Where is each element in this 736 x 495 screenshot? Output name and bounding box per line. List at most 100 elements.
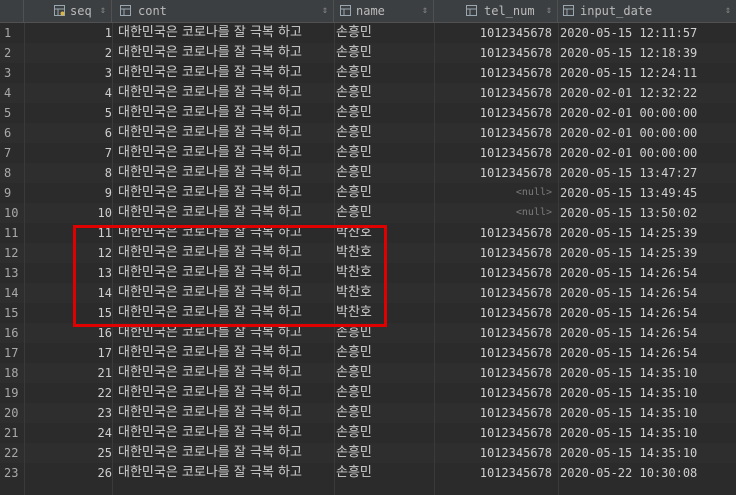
cell-tel-num[interactable]: 1012345678 xyxy=(434,283,552,303)
cell-cont[interactable]: 대한민국은 코로나를 잘 극복 하고 xyxy=(118,83,333,103)
cell-input-date[interactable]: 2020-05-15 14:25:39 xyxy=(560,223,730,243)
cell-input-date[interactable]: 2020-05-15 14:35:10 xyxy=(560,383,730,403)
cell-input-date[interactable]: 2020-02-01 00:00:00 xyxy=(560,103,730,123)
cell-name[interactable]: 박찬호 xyxy=(336,283,436,303)
cell-input-date[interactable]: 2020-05-15 14:26:54 xyxy=(560,343,730,363)
cell-tel-num[interactable]: 1012345678 xyxy=(434,83,552,103)
cell-seq[interactable]: 15 xyxy=(0,303,112,323)
cell-name[interactable]: 손흥민 xyxy=(336,183,436,203)
sort-icon[interactable]: ⇕ xyxy=(422,0,428,22)
cell-tel-num[interactable]: <null> xyxy=(434,183,552,203)
cell-seq[interactable]: 17 xyxy=(0,343,112,363)
table-row[interactable]: 14 14 대한민국은 코로나를 잘 극복 하고 박찬호 1012345678 2020-… xyxy=(0,283,736,303)
cell-tel-num[interactable]: 1012345678 xyxy=(434,143,552,163)
cell-cont[interactable]: 대한민국은 코로나를 잘 극복 하고 xyxy=(118,103,333,123)
cell-seq[interactable]: 2 xyxy=(0,43,112,63)
cell-cont[interactable]: 대한민국은 코로나를 잘 극복 하고 xyxy=(118,463,333,483)
cell-seq[interactable]: 21 xyxy=(0,363,112,383)
cell-name[interactable]: 손흥민 xyxy=(336,103,436,123)
cell-name[interactable]: 손흥민 xyxy=(336,143,436,163)
cell-cont[interactable]: 대한민국은 코로나를 잘 극복 하고 xyxy=(118,23,333,43)
cell-name[interactable]: 손흥민 xyxy=(336,203,436,223)
cell-input-date[interactable]: 2020-05-15 14:35:10 xyxy=(560,363,730,383)
cell-tel-num[interactable]: 1012345678 xyxy=(434,463,552,483)
cell-input-date[interactable]: 2020-05-22 10:30:08 xyxy=(560,463,730,483)
column-header-name[interactable]: name ⇕ xyxy=(334,0,434,22)
cell-tel-num[interactable]: 1012345678 xyxy=(434,423,552,443)
cell-seq[interactable]: 3 xyxy=(0,63,112,83)
cell-name[interactable]: 손흥민 xyxy=(336,423,436,443)
cell-cont[interactable]: 대한민국은 코로나를 잘 극복 하고 xyxy=(118,43,333,63)
cell-name[interactable]: 손흥민 xyxy=(336,43,436,63)
table-row[interactable]: 19 22 대한민국은 코로나를 잘 극복 하고 손흥민 1012345678 2020-… xyxy=(0,383,736,403)
cell-tel-num[interactable]: 1012345678 xyxy=(434,403,552,423)
table-row[interactable]: 2 2 대한민국은 코로나를 잘 극복 하고 손흥민 1012345678 2020-05… xyxy=(0,43,736,63)
cell-tel-num[interactable]: 1012345678 xyxy=(434,443,552,463)
cell-name[interactable]: 박찬호 xyxy=(336,243,436,263)
cell-tel-num[interactable]: 1012345678 xyxy=(434,103,552,123)
cell-seq[interactable]: 23 xyxy=(0,403,112,423)
cell-name[interactable]: 손흥민 xyxy=(336,163,436,183)
cell-name[interactable]: 손흥민 xyxy=(336,383,436,403)
cell-name[interactable]: 손흥민 xyxy=(336,463,436,483)
cell-cont[interactable]: 대한민국은 코로나를 잘 극복 하고 xyxy=(118,183,333,203)
cell-tel-num[interactable]: 1012345678 xyxy=(434,383,552,403)
table-row[interactable]: 7 7 대한민국은 코로나를 잘 극복 하고 손흥민 1012345678 2020-02… xyxy=(0,143,736,163)
cell-tel-num[interactable]: 1012345678 xyxy=(434,323,552,343)
cell-seq[interactable]: 24 xyxy=(0,423,112,443)
table-row[interactable]: 23 26 대한민국은 코로나를 잘 극복 하고 손흥민 1012345678 2020-… xyxy=(0,463,736,483)
table-row[interactable]: 3 3 대한민국은 코로나를 잘 극복 하고 손흥민 1012345678 2020-05… xyxy=(0,63,736,83)
table-row[interactable]: 6 6 대한민국은 코로나를 잘 극복 하고 손흥민 1012345678 2020-02… xyxy=(0,123,736,143)
column-header-input-date[interactable]: input_date ⇕ xyxy=(558,0,736,22)
cell-cont[interactable]: 대한민국은 코로나를 잘 극복 하고 xyxy=(118,303,333,323)
cell-tel-num[interactable]: 1012345678 xyxy=(434,243,552,263)
cell-name[interactable]: 손흥민 xyxy=(336,23,436,43)
cell-seq[interactable]: 14 xyxy=(0,283,112,303)
cell-name[interactable]: 박찬호 xyxy=(336,303,436,323)
table-row[interactable]: 13 13 대한민국은 코로나를 잘 극복 하고 박찬호 1012345678 2020-… xyxy=(0,263,736,283)
table-row[interactable]: 22 25 대한민국은 코로나를 잘 극복 하고 손흥민 1012345678 2020-… xyxy=(0,443,736,463)
cell-tel-num[interactable]: 1012345678 xyxy=(434,43,552,63)
cell-input-date[interactable]: 2020-05-15 14:26:54 xyxy=(560,283,730,303)
cell-tel-num[interactable]: 1012345678 xyxy=(434,123,552,143)
cell-seq[interactable]: 16 xyxy=(0,323,112,343)
cell-seq[interactable]: 7 xyxy=(0,143,112,163)
table-row[interactable]: 9 9 대한민국은 코로나를 잘 극복 하고 손흥민 <null> 2020-05-15 … xyxy=(0,183,736,203)
table-row[interactable]: 12 12 대한민국은 코로나를 잘 극복 하고 박찬호 1012345678 2020-… xyxy=(0,243,736,263)
table-row[interactable]: 1 1 대한민국은 코로나를 잘 극복 하고 손흥민 1012345678 2020-05… xyxy=(0,23,736,43)
cell-cont[interactable]: 대한민국은 코로나를 잘 극복 하고 xyxy=(118,403,333,423)
cell-name[interactable]: 손흥민 xyxy=(336,123,436,143)
cell-cont[interactable]: 대한민국은 코로나를 잘 극복 하고 xyxy=(118,243,333,263)
table-row[interactable]: 16 16 대한민국은 코로나를 잘 극복 하고 손흥민 1012345678 2020-… xyxy=(0,323,736,343)
cell-cont[interactable]: 대한민국은 코로나를 잘 극복 하고 xyxy=(118,323,333,343)
cell-input-date[interactable]: 2020-05-15 13:50:02 xyxy=(560,203,730,223)
cell-input-date[interactable]: 2020-05-15 12:11:57 xyxy=(560,23,730,43)
column-header-cont[interactable]: cont ⇕ xyxy=(112,0,334,22)
table-row[interactable]: 20 23 대한민국은 코로나를 잘 극복 하고 손흥민 1012345678 2020-… xyxy=(0,403,736,423)
cell-seq[interactable]: 13 xyxy=(0,263,112,283)
cell-input-date[interactable]: 2020-05-15 13:49:45 xyxy=(560,183,730,203)
cell-cont[interactable]: 대한민국은 코로나를 잘 극복 하고 xyxy=(118,143,333,163)
cell-tel-num[interactable]: 1012345678 xyxy=(434,303,552,323)
cell-cont[interactable]: 대한민국은 코로나를 잘 극복 하고 xyxy=(118,363,333,383)
cell-input-date[interactable]: 2020-05-15 14:35:10 xyxy=(560,443,730,463)
cell-tel-num[interactable]: <null> xyxy=(434,203,552,223)
cell-seq[interactable]: 25 xyxy=(0,443,112,463)
cell-tel-num[interactable]: 1012345678 xyxy=(434,63,552,83)
table-row[interactable]: 5 5 대한민국은 코로나를 잘 극복 하고 손흥민 1012345678 2020-02… xyxy=(0,103,736,123)
cell-name[interactable]: 손흥민 xyxy=(336,63,436,83)
table-row[interactable]: 10 10 대한민국은 코로나를 잘 극복 하고 손흥민 <null> 2020-05-1… xyxy=(0,203,736,223)
sort-icon[interactable]: ⇕ xyxy=(546,0,552,22)
cell-seq[interactable]: 12 xyxy=(0,243,112,263)
sort-icon[interactable]: ⇕ xyxy=(100,0,106,22)
cell-tel-num[interactable]: 1012345678 xyxy=(434,343,552,363)
cell-input-date[interactable]: 2020-05-15 14:35:10 xyxy=(560,403,730,423)
cell-cont[interactable]: 대한민국은 코로나를 잘 극복 하고 xyxy=(118,223,333,243)
cell-name[interactable]: 박찬호 xyxy=(336,263,436,283)
cell-input-date[interactable]: 2020-05-15 14:26:54 xyxy=(560,303,730,323)
cell-cont[interactable]: 대한민국은 코로나를 잘 극복 하고 xyxy=(118,343,333,363)
cell-seq[interactable]: 8 xyxy=(0,163,112,183)
column-header-tel-num[interactable]: tel_num ⇕ xyxy=(434,0,558,22)
cell-seq[interactable]: 4 xyxy=(0,83,112,103)
cell-input-date[interactable]: 2020-05-15 14:35:10 xyxy=(560,423,730,443)
